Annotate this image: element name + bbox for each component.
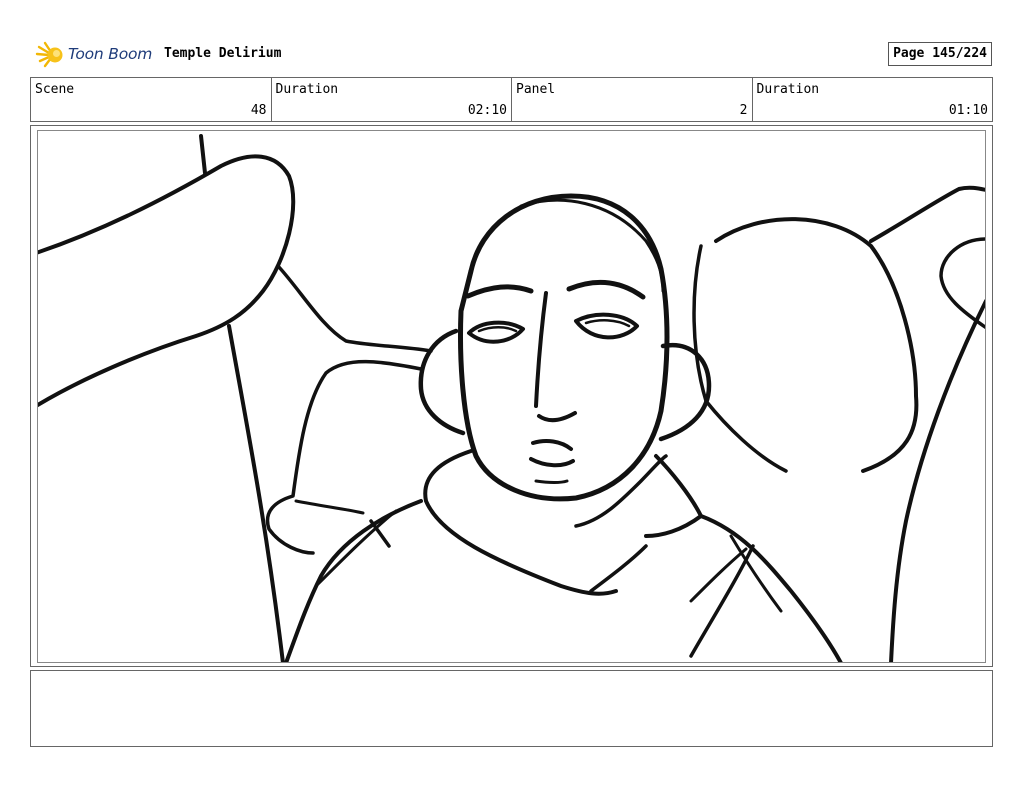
scene-duration-label: Duration [275, 82, 339, 97]
panel-info-row: Scene 48 Duration 02:10 Panel 2 Duration… [30, 77, 993, 122]
chair-back [265, 359, 423, 555]
chin [534, 479, 569, 484]
left-figure-body [227, 324, 285, 662]
left-shoulder [284, 499, 423, 662]
nose-line [534, 291, 548, 408]
panel-value: 2 [739, 103, 748, 118]
scene-value: 48 [250, 103, 267, 118]
sketch-drawing [38, 134, 985, 662]
page-number: Page 145/224 [888, 42, 992, 66]
star-burst-icon [35, 41, 63, 68]
head-crown [519, 198, 665, 293]
scene-cell: Scene 48 [31, 78, 272, 121]
panel-duration-value: 01:10 [948, 103, 988, 118]
right-brow [566, 279, 646, 300]
left-figure-mark [199, 134, 207, 175]
right-figure-side [889, 299, 985, 662]
nose-base [537, 411, 577, 423]
scene-duration-value: 02:10 [467, 103, 507, 118]
page-header: Toon Boom Temple Delirium Page 145/224 [30, 36, 994, 72]
left-brow [465, 284, 534, 299]
mouth-upper [531, 439, 573, 451]
chair-cushion [294, 499, 365, 515]
left-figure-arm [38, 154, 296, 408]
toon-boom-logo: Toon Boom [34, 39, 152, 69]
panel-cell: Panel 2 [512, 78, 753, 121]
collar-inner [574, 454, 668, 528]
left-ear [418, 328, 466, 436]
project-title: Temple Delirium [164, 46, 282, 61]
left-eye [467, 320, 525, 344]
panel-drawing-area [37, 130, 986, 663]
right-figure-arm [869, 185, 985, 243]
right-figure-back [714, 217, 919, 473]
left-figure-shoulder [276, 264, 433, 353]
logo-text: Toon Boom [68, 45, 153, 63]
right-eyelid [584, 319, 631, 328]
mouth-lower [529, 457, 575, 468]
head-outline [458, 193, 670, 502]
scene-label: Scene [35, 82, 75, 97]
panel-duration-cell: Duration 01:10 [753, 78, 993, 121]
right-arm-fold [689, 544, 755, 658]
left-eyelid [477, 326, 518, 333]
scene-duration-cell: Duration 02:10 [272, 78, 512, 121]
panel-label: Panel [516, 82, 556, 97]
panel-notes-box [30, 670, 993, 747]
left-shoulder-accent [314, 509, 398, 588]
panel-duration-label: Duration [756, 82, 820, 97]
right-figure-inner [692, 244, 788, 473]
right-shoulder [699, 514, 843, 662]
collar-fold [589, 544, 648, 593]
